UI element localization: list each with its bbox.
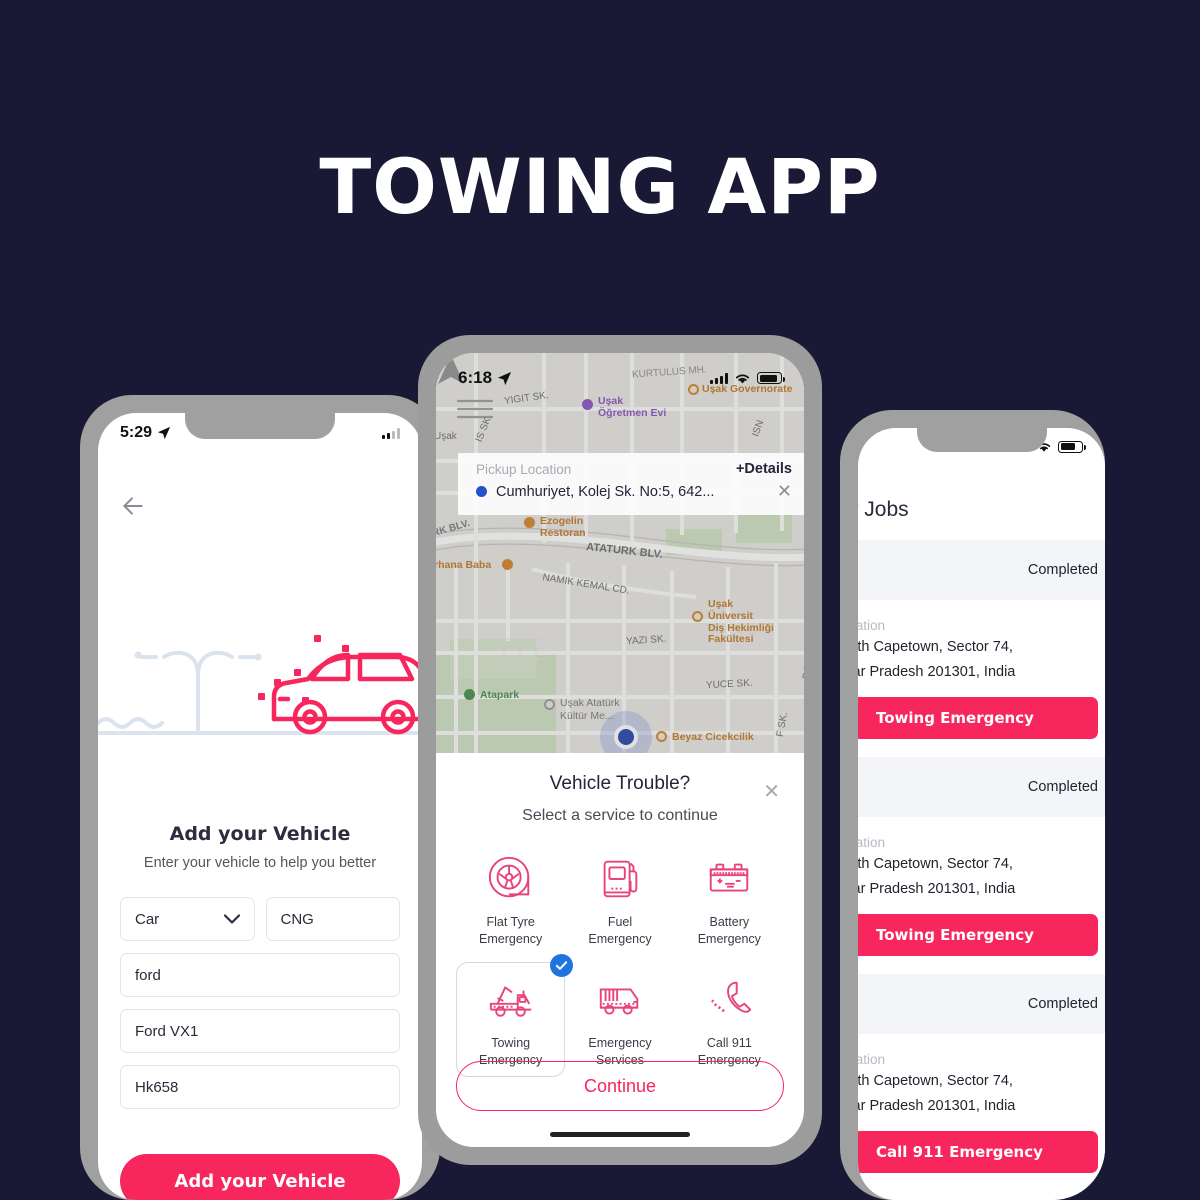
van-icon — [595, 972, 645, 1028]
close-icon[interactable]: ✕ — [777, 481, 792, 502]
job-address-line2: Uttar Pradesh 201301, India — [858, 664, 1016, 681]
right-phone-notch — [916, 428, 1047, 452]
tyre-icon — [486, 851, 536, 907]
location-arrow-icon — [157, 426, 171, 440]
job-address-line1: North Capetown, Sector 74, — [858, 639, 1013, 655]
page-title: TOWING APP — [319, 142, 881, 231]
vehicle-type-select[interactable]: Car — [120, 897, 255, 941]
vehicle-make-input[interactable]: ford — [120, 953, 400, 997]
job-location-label: Location — [858, 1052, 886, 1068]
fuel-pump-icon — [595, 851, 645, 907]
battery-icon — [757, 372, 785, 384]
service-label: Battery Emergency — [697, 915, 761, 946]
battery-icon — [704, 851, 754, 907]
service-label: Fuel Emergency — [588, 915, 652, 946]
service-grid: Flat Tyre Emergency Fuel Emergency Batte… — [456, 841, 784, 1077]
status-badge: Completed — [1027, 996, 1098, 1013]
map-dim-overlay — [436, 353, 804, 753]
poster-canvas: TOWING APP 5:29 Add your Vehicle Enter y… — [0, 0, 1200, 1200]
job-location-label: Location — [858, 835, 886, 851]
center-status-time: 6:18 — [458, 368, 493, 387]
service-option-fuel[interactable]: Fuel Emergency — [565, 841, 674, 956]
broken-car-illustration — [98, 635, 422, 735]
service-option-towing[interactable]: Towing Emergency — [456, 954, 574, 1077]
map-view[interactable]: YIGIT SK. KURTULUS MH. Uşak Governorate … — [436, 353, 804, 753]
fuel-type-value: CNG — [280, 910, 314, 928]
job-service-button[interactable]: Towing Emergency — [858, 914, 1098, 957]
vehicle-type-row: Car CNG — [120, 897, 400, 941]
sheet-subtitle: Select a service to continue — [522, 807, 718, 824]
signal-icon — [382, 427, 400, 439]
tow-truck-icon — [486, 972, 536, 1028]
add-vehicle-button[interactable]: Add your Vehicle — [120, 1154, 400, 1200]
job-card[interactable]: Completed Location North Capetown, Secto… — [858, 974, 1105, 1174]
phone-icon — [704, 972, 754, 1028]
job-address-line1: North Capetown, Sector 74, — [858, 856, 1013, 873]
left-phone-mockup: 5:29 Add your Vehicle Enter your vehicle… — [80, 395, 440, 1200]
left-phone-screen: 5:29 Add your Vehicle Enter your vehicle… — [98, 413, 422, 1200]
form-title: Add your Vehicle — [169, 823, 351, 845]
vehicle-make-value: ford — [135, 966, 161, 984]
status-badge: Completed — [1027, 562, 1098, 578]
vehicle-plate-value: Hk658 — [135, 1078, 179, 1096]
job-card[interactable]: Completed Location North Capetown, Secto… — [858, 540, 1105, 740]
pickup-address: Cumhuriyet, Kolej Sk. No:5, 642... — [496, 483, 715, 500]
service-option-call-911[interactable]: Call 911 Emergency — [675, 962, 784, 1077]
job-address-line2: Uttar Pradesh 201301, India — [858, 1098, 1016, 1115]
pickup-location-bar[interactable]: Pickup Location +Details Cumhuriyet, Kol… — [458, 453, 804, 515]
back-arrow-icon[interactable] — [120, 493, 146, 519]
chevron-down-icon — [223, 914, 240, 924]
details-link[interactable]: +Details — [736, 461, 792, 477]
jobs-list: Completed Location North Capetown, Secto… — [858, 540, 1105, 1191]
wifi-icon — [735, 373, 750, 383]
pickup-location-label: Pickup Location — [476, 461, 572, 477]
job-location-label: Location — [858, 618, 886, 633]
job-status-row: Completed — [858, 757, 1105, 818]
jobs-page-title: Your Jobs — [858, 498, 909, 521]
service-label: Flat Tyre Emergency — [479, 915, 543, 946]
service-selection-sheet: Vehicle Trouble? ✕ Select a service to c… — [436, 753, 804, 1147]
right-phone-screen: Your Jobs Completed Location North Capet… — [858, 428, 1105, 1200]
right-phone-mockup: Your Jobs Completed Location North Capet… — [840, 410, 1105, 1200]
signal-icon — [710, 372, 728, 384]
job-status-row: Completed — [858, 540, 1105, 600]
job-address-line1: North Capetown, Sector 74, — [858, 1073, 1013, 1090]
service-option-emergency-services[interactable]: Emergency Services — [565, 962, 674, 1077]
add-vehicle-form: Add your Vehicle Enter your vehicle to h… — [98, 823, 422, 1109]
battery-icon — [1058, 440, 1086, 453]
job-body: Location North Capetown, Sector 74, Utta… — [858, 817, 1105, 957]
continue-button[interactable]: Continue — [456, 1061, 784, 1111]
job-body: Location North Capetown, Sector 74, Utta… — [858, 1034, 1105, 1174]
close-icon[interactable]: ✕ — [763, 779, 780, 804]
job-service-button[interactable]: Towing Emergency — [858, 697, 1098, 740]
sheet-title: Vehicle Trouble? — [549, 773, 691, 794]
vehicle-model-value: Ford VX1 — [135, 1022, 199, 1040]
center-phone-mockup: YIGIT SK. KURTULUS MH. Uşak Governorate … — [418, 335, 822, 1165]
service-option-battery[interactable]: Battery Emergency — [675, 841, 784, 956]
left-phone-notch — [185, 413, 335, 439]
status-badge: Completed — [1027, 779, 1098, 796]
service-option-flat-tyre[interactable]: Flat Tyre Emergency — [456, 841, 565, 956]
home-indicator — [550, 1132, 690, 1137]
job-card[interactable]: Completed Location North Capetown, Secto… — [858, 757, 1105, 957]
job-status-row: Completed — [858, 974, 1105, 1035]
vehicle-model-input[interactable]: Ford VX1 — [120, 1009, 400, 1053]
job-service-button[interactable]: Call 911 Emergency — [858, 1131, 1098, 1174]
vehicle-plate-input[interactable]: Hk658 — [120, 1065, 400, 1109]
blue-dot-marker-icon — [476, 486, 487, 497]
fuel-type-select[interactable]: CNG — [265, 897, 400, 941]
form-subtitle: Enter your vehicle to help you better — [143, 855, 377, 871]
job-body: Location North Capetown, Sector 74, Utta… — [858, 600, 1105, 740]
center-phone-screen: YIGIT SK. KURTULUS MH. Uşak Governorate … — [436, 353, 804, 1147]
location-arrow-icon — [497, 371, 512, 385]
center-status-bar: 6:18 — [436, 353, 804, 393]
job-address-line2: Uttar Pradesh 201301, India — [858, 881, 1016, 898]
vehicle-type-value: Car — [135, 910, 160, 928]
left-status-time: 5:29 — [120, 424, 153, 441]
